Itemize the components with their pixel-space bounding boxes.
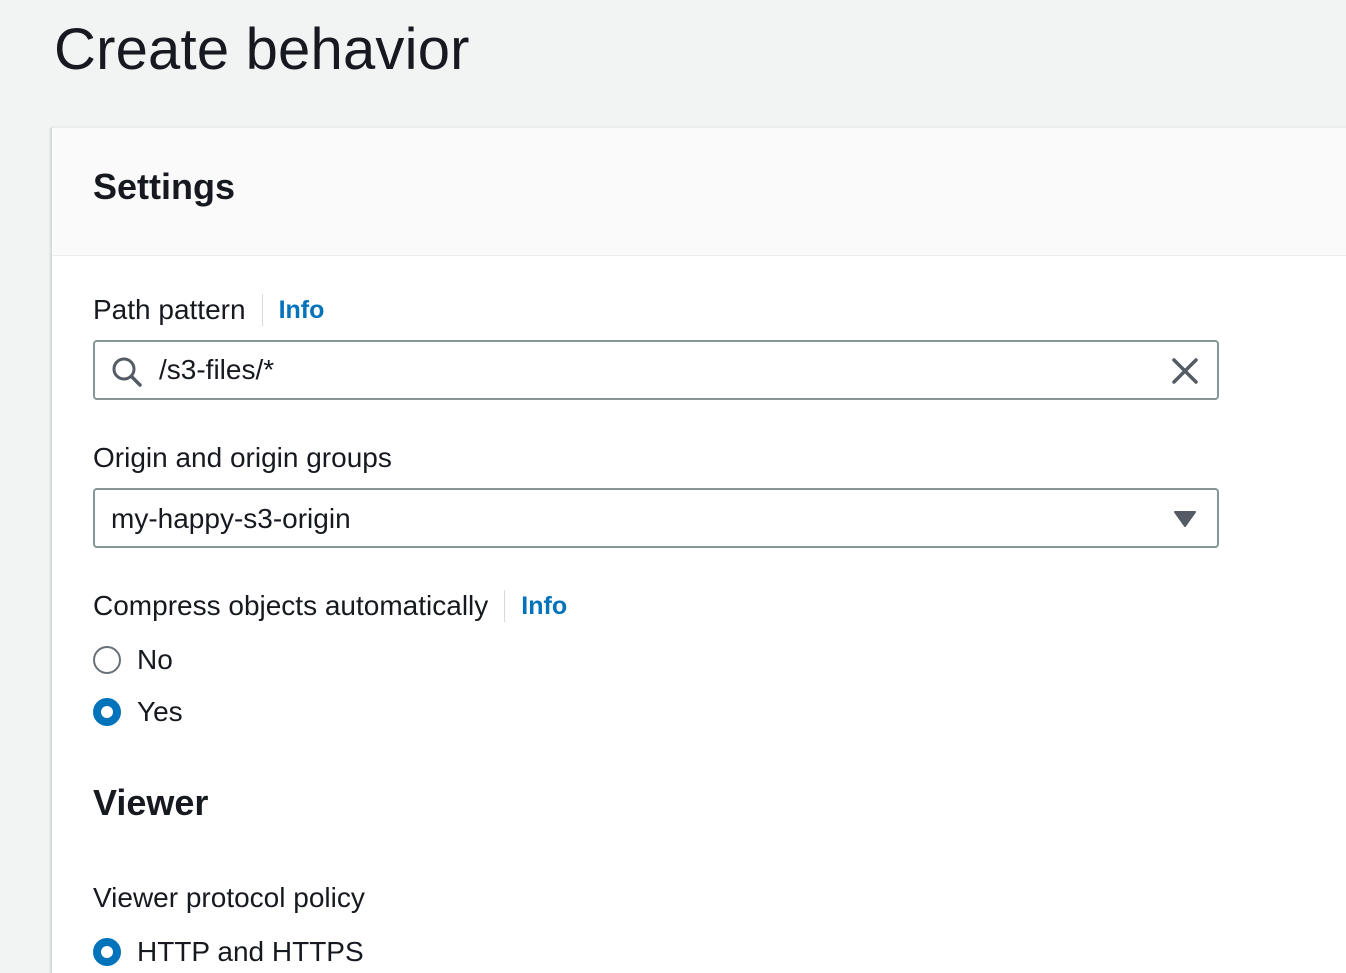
- path-pattern-label-row: Path pattern Info: [93, 294, 324, 326]
- viewer-protocol-label: Viewer protocol policy: [93, 882, 365, 913]
- path-pattern-info-link[interactable]: Info: [279, 296, 325, 325]
- path-pattern-field[interactable]: [93, 340, 1219, 400]
- viewer-section-title: Viewer: [93, 782, 209, 823]
- radio-button-checked[interactable]: [93, 698, 121, 726]
- search-icon: [112, 357, 142, 387]
- origin-select[interactable]: my-happy-s3-origin: [93, 488, 1219, 548]
- compress-option-no[interactable]: No: [93, 644, 173, 676]
- label-divider: [261, 294, 263, 326]
- compress-label: Compress objects automatically: [93, 590, 489, 621]
- viewer-protocol-option-http-https[interactable]: HTTP and HTTPS: [93, 936, 364, 968]
- origin-label-row: Origin and origin groups: [93, 442, 392, 474]
- viewer-protocol-label-row: Viewer protocol policy: [93, 882, 365, 914]
- settings-header: Settings: [52, 128, 1346, 256]
- settings-container: Settings Path pattern Info Origin and or…: [51, 127, 1346, 973]
- compress-label-row: Compress objects automatically Info: [93, 590, 567, 622]
- radio-label: No: [137, 644, 173, 675]
- origin-label: Origin and origin groups: [93, 442, 392, 473]
- radio-label: HTTP and HTTPS: [137, 936, 364, 967]
- compress-option-yes[interactable]: Yes: [93, 696, 183, 728]
- compress-info-link[interactable]: Info: [521, 592, 567, 621]
- path-pattern-input[interactable]: [159, 348, 1159, 392]
- clear-icon[interactable]: [1169, 355, 1201, 387]
- page-title: Create behavior: [54, 17, 470, 82]
- origin-selected-value: my-happy-s3-origin: [111, 503, 351, 534]
- radio-button-checked[interactable]: [93, 938, 121, 966]
- radio-label: Yes: [137, 696, 183, 727]
- radio-button-unchecked[interactable]: [93, 646, 121, 674]
- caret-down-icon: [1174, 511, 1196, 527]
- path-pattern-label: Path pattern: [93, 294, 246, 325]
- label-divider: [504, 590, 506, 622]
- settings-title: Settings: [93, 166, 236, 207]
